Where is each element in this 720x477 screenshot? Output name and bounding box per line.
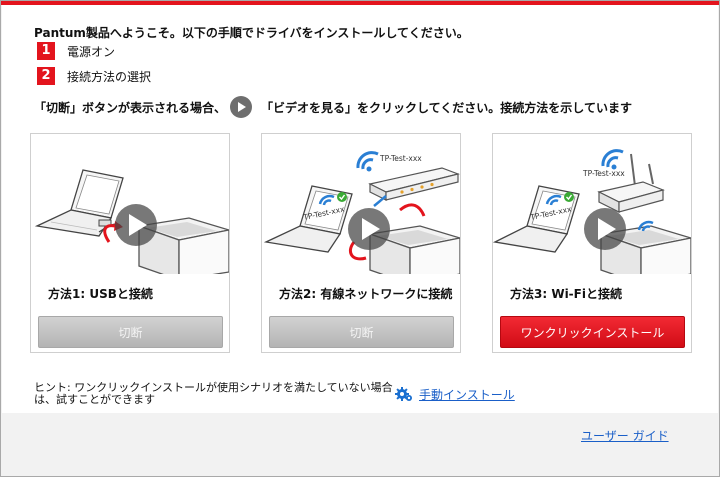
wifi-icon — [356, 151, 379, 172]
router-icon — [368, 167, 460, 201]
wifi-icon — [601, 149, 624, 170]
play-icon — [230, 96, 253, 118]
play-video-icon — [115, 204, 157, 246]
method-card-wifi: TP-Test-xxx TP-Test-xxx 方法3: Wi-Fiと接続 ワン… — [492, 133, 692, 353]
wired-network-illustration[interactable]: TP-Test-xxx TP-Test-xxx — [262, 134, 460, 274]
method-title: 方法3: Wi-Fiと接続 — [510, 287, 622, 301]
gear-icon — [395, 387, 412, 401]
user-guide-link[interactable]: ユーザー ガイド — [581, 427, 669, 444]
manual-install-link[interactable]: 手動インストール — [419, 386, 515, 403]
router-label: TP-Test-xxx — [582, 169, 625, 178]
arrow-icon — [399, 203, 426, 217]
disconnect-button[interactable]: 切断 — [38, 316, 223, 348]
step-2: 2 接続方法の選択 — [37, 67, 151, 85]
step-number-badge: 1 — [37, 42, 55, 60]
play-video-icon — [584, 208, 626, 250]
wifi-connection-illustration[interactable]: TP-Test-xxx TP-Test-xxx — [493, 134, 691, 274]
instruction-text-after: 「ビデオを見る」をクリックしてください。接続方法を示しています — [261, 100, 632, 115]
usb-connection-illustration[interactable] — [31, 134, 229, 274]
step-1: 1 電源オン — [37, 42, 115, 60]
tip-text: ヒント: ワンクリックインストールが使用シナリオを満たしていない場合は、試すこと… — [34, 381, 393, 406]
content-panel: Pantum製品へようこそ。以下の手順でドライバをインストールしてください。 1… — [2, 5, 718, 413]
instruction-line: 「切断」ボタンが表示される場合、 「ビデオを見る」をクリックしてください。接続方… — [34, 96, 632, 118]
disconnect-button[interactable]: 切断 — [269, 316, 454, 348]
instruction-text-before: 「切断」ボタンが表示される場合、 — [34, 100, 227, 115]
step-label: 電源オン — [67, 44, 116, 59]
manual-install[interactable]: 手動インストール — [395, 385, 515, 403]
method-title: 方法2: 有線ネットワークに接続 — [279, 287, 453, 301]
check-icon — [337, 192, 347, 202]
method-title: 方法1: USBと接続 — [48, 287, 153, 301]
method-card-wired: TP-Test-xxx TP-Test-xxx 方法2: 有線ネットワークに接続… — [261, 133, 461, 353]
installer-window: Pantum製品へようこそ。以下の手順でドライバをインストールしてください。 1… — [0, 0, 720, 477]
router-label: TP-Test-xxx — [379, 154, 422, 163]
check-icon — [564, 192, 574, 202]
step-label: 接続方法の選択 — [67, 69, 152, 84]
step-number-badge: 2 — [37, 67, 55, 85]
welcome-text: Pantum製品へようこそ。以下の手順でドライバをインストールしてください。 — [34, 26, 469, 40]
one-click-install-button[interactable]: ワンクリックインストール — [500, 316, 685, 348]
play-video-icon — [348, 208, 390, 250]
method-card-usb: 方法1: USBと接続 切断 — [30, 133, 230, 353]
arrow-icon — [103, 224, 116, 243]
